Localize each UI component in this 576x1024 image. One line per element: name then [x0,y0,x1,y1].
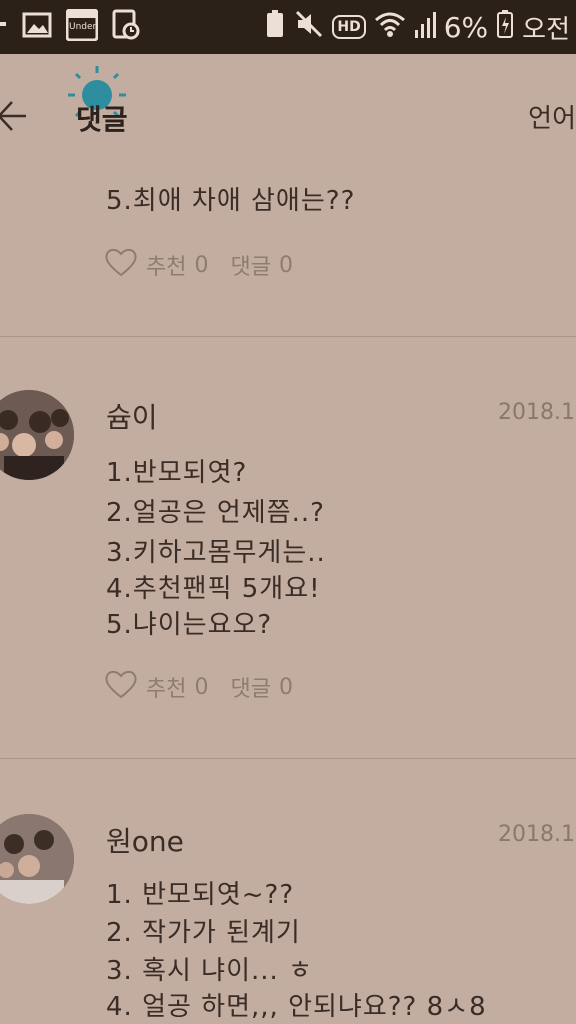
notification-icon [0,10,8,44]
language-button[interactable]: 언어 [528,98,576,135]
back-arrow-icon [0,101,26,131]
reply-count: 0 [278,674,293,700]
comment-text-line: 4.추천팬픽 5개요! [106,574,321,604]
like-count: 0 [194,674,209,700]
comment-date: 2018.1 [498,822,575,847]
header: 댓글 언어 [0,54,576,184]
heart-icon[interactable] [104,246,138,284]
status-bar: Under HD 6% 오전 [0,0,576,54]
battery-icon [496,9,514,45]
comment-text-line: 3.키하고몸무게는.. [106,538,326,568]
page-title: 댓글 [76,103,128,136]
divider [0,336,576,337]
like-label[interactable]: 추천 [146,671,186,703]
avatar[interactable] [0,390,74,480]
like-count: 0 [194,252,209,278]
under-label: Under [69,22,97,32]
comment-text-line: 2.얼공은 언제쯤..? [106,498,325,528]
comment-text-line: 5.냐이는요오? [106,610,273,640]
under-app-icon: Under [65,8,99,45]
divider [0,758,576,759]
wifi-icon [374,10,406,44]
mute-icon [294,9,324,45]
comment-text-line: 2. 작가가 된계기 [106,918,301,948]
comment-text-line: 5.최애 차애 삼애는?? [106,186,356,216]
comment-date: 2018.1 [498,400,575,425]
comment-text-line: 1.반모되엿? [106,458,248,488]
reply-label[interactable]: 댓글 [230,249,270,281]
signal-icon [414,10,436,44]
comment-actions: 추천 0 댓글 0 [104,246,293,284]
back-button[interactable] [0,96,36,136]
battery-percent: 6% [443,10,489,44]
alarm-icon [112,9,140,45]
comment-actions: 추천 0 댓글 0 [104,668,293,706]
heart-icon[interactable] [104,668,138,706]
avatar[interactable] [0,814,74,904]
hd-icon: HD [332,15,366,39]
time-label: 오전 [522,14,570,45]
comment-text-line: 3. 혹시 냐이... ㅎ [106,956,313,986]
like-label[interactable]: 추천 [146,249,186,281]
reply-count: 0 [278,252,293,278]
image-icon [22,11,52,43]
comment-author[interactable]: 슘이 [106,396,158,436]
reply-label[interactable]: 댓글 [230,671,270,703]
comment-text-line: 1. 반모되엿~?? [106,880,295,910]
comment-author[interactable]: 원one [106,820,184,860]
comment-text-line: 4. 얼공 하면,,, 안되냐요?? 8ㅅ8 [106,992,487,1022]
battery-saver-icon [264,9,286,45]
